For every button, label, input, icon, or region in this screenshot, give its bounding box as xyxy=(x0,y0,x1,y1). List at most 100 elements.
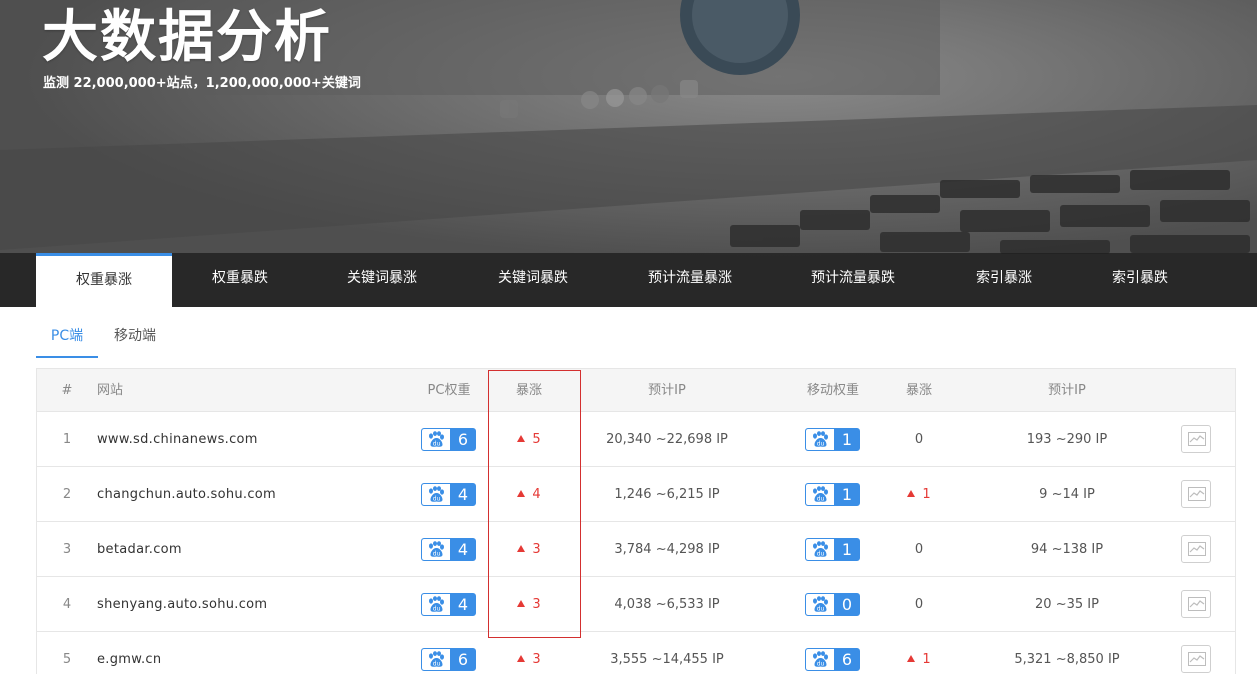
trend-chart-button[interactable] xyxy=(1181,480,1211,508)
table-row: 3 betadar.com du 4 3 3,784 ~4,298 IP du … xyxy=(37,522,1235,577)
baidu-paw-icon: du xyxy=(806,429,834,450)
header-mobile-ip: 预计IP xyxy=(1048,383,1086,398)
table-header: # 网站 PC权重 暴涨 预计IP 移动权重 暴涨 预计IP xyxy=(37,369,1235,412)
table-row: 1 www.sd.chinanews.com du 6 5 20,340 ~22… xyxy=(37,412,1235,467)
mobile-weight-badge[interactable]: du 1 xyxy=(805,538,860,561)
mobile-weight-badge[interactable]: du 1 xyxy=(805,428,860,451)
mobile-change-value: 1 xyxy=(922,487,931,502)
svg-text:du: du xyxy=(817,441,825,448)
site-link[interactable]: www.sd.chinanews.com xyxy=(97,412,258,467)
tab-pc[interactable]: PC端 xyxy=(36,318,98,358)
trend-chart-icon xyxy=(1188,597,1206,611)
mobile-weight-value: 1 xyxy=(841,430,853,449)
trend-chart-icon xyxy=(1188,652,1206,666)
tab-mobile[interactable]: 移动端 xyxy=(102,318,168,358)
pc-ip-range: 20,340 ~22,698 IP xyxy=(606,432,728,447)
mobile-weight-value: 6 xyxy=(841,650,853,669)
header-pc-change: 暴涨 xyxy=(515,383,542,398)
tab-traffic-rise[interactable]: 预计流量暴涨 xyxy=(610,253,770,307)
pc-change-value: 5 xyxy=(532,432,541,447)
mobile-change: 0 xyxy=(889,577,949,632)
pc-weight-badge[interactable]: du 4 xyxy=(421,593,476,616)
mobile-ip-range: 94 ~138 IP xyxy=(1030,542,1104,557)
svg-text:du: du xyxy=(433,661,441,668)
mobile-change: 1 xyxy=(889,467,949,522)
trend-chart-button[interactable] xyxy=(1181,645,1211,673)
svg-text:du: du xyxy=(817,606,825,613)
tab-keyword-drop[interactable]: 关键词暴跌 xyxy=(456,253,610,307)
mobile-weight-value: 1 xyxy=(841,485,853,504)
mobile-change: 0 xyxy=(889,412,949,467)
site-link[interactable]: betadar.com xyxy=(97,522,182,577)
ranking-table: # 网站 PC权重 暴涨 预计IP 移动权重 暴涨 预计IP 1 www.sd.… xyxy=(36,368,1236,674)
tab-traffic-drop[interactable]: 预计流量暴跌 xyxy=(770,253,936,307)
header-site: 网站 xyxy=(97,383,124,398)
baidu-paw-icon: du xyxy=(806,594,834,615)
triangle-up-icon xyxy=(517,655,526,662)
mobile-change-value: 1 xyxy=(922,652,931,667)
pc-change-value: 3 xyxy=(532,542,541,557)
pc-change: 4 xyxy=(489,467,569,522)
trend-chart-icon xyxy=(1188,432,1206,446)
baidu-paw-icon: du xyxy=(422,594,450,615)
tab-keyword-rise[interactable]: 关键词暴涨 xyxy=(308,253,456,307)
main-tab-bar: 权重暴涨 权重暴跌 关键词暴涨 关键词暴跌 预计流量暴涨 预计流量暴跌 索引暴涨… xyxy=(0,253,1257,307)
mobile-change-value: 0 xyxy=(914,597,924,612)
trend-chart-button[interactable] xyxy=(1181,590,1211,618)
mobile-weight-value: 1 xyxy=(841,540,853,559)
pc-change-value: 3 xyxy=(532,652,541,667)
svg-text:du: du xyxy=(433,551,441,558)
platform-tabs: PC端 移动端 xyxy=(36,318,1236,358)
baidu-paw-icon: du xyxy=(422,484,450,505)
tab-weight-rise[interactable]: 权重暴涨 xyxy=(36,253,172,307)
table-row: 2 changchun.auto.sohu.com du 4 4 1,246 ~… xyxy=(37,467,1235,522)
pc-change: 3 xyxy=(489,632,569,674)
trend-chart-button[interactable] xyxy=(1181,425,1211,453)
svg-text:du: du xyxy=(817,661,825,668)
tab-weight-drop[interactable]: 权重暴跌 xyxy=(172,253,308,307)
pc-ip-range: 4,038 ~6,533 IP xyxy=(614,597,720,612)
header-pc-ip: 预计IP xyxy=(648,383,686,398)
site-link[interactable]: e.gmw.cn xyxy=(97,632,161,674)
svg-text:du: du xyxy=(433,441,441,448)
pc-ip-range: 3,784 ~4,298 IP xyxy=(614,542,720,557)
mobile-change: 1 xyxy=(889,632,949,674)
mobile-weight-badge[interactable]: du 6 xyxy=(805,648,860,671)
row-number: 2 xyxy=(62,487,72,502)
pc-ip-range: 1,246 ~6,215 IP xyxy=(614,487,720,502)
pc-change: 3 xyxy=(489,522,569,577)
site-link[interactable]: changchun.auto.sohu.com xyxy=(97,467,276,522)
baidu-paw-icon: du xyxy=(422,539,450,560)
mobile-weight-badge[interactable]: du 0 xyxy=(805,593,860,616)
pc-weight-badge[interactable]: du 4 xyxy=(421,483,476,506)
pc-weight-badge[interactable]: du 6 xyxy=(421,648,476,671)
pc-change-value: 4 xyxy=(532,487,541,502)
row-number: 4 xyxy=(62,597,72,612)
tab-index-drop[interactable]: 索引暴跌 xyxy=(1072,253,1208,307)
table-row: 5 e.gmw.cn du 6 3 3,555 ~14,455 IP du 6 … xyxy=(37,632,1235,674)
pc-change: 3 xyxy=(489,577,569,632)
mobile-change: 0 xyxy=(889,522,949,577)
site-link[interactable]: shenyang.auto.sohu.com xyxy=(97,577,267,632)
trend-chart-button[interactable] xyxy=(1181,535,1211,563)
tab-index-rise[interactable]: 索引暴涨 xyxy=(936,253,1072,307)
pc-weight-badge[interactable]: du 6 xyxy=(421,428,476,451)
baidu-paw-icon: du xyxy=(806,649,834,670)
row-number: 3 xyxy=(62,542,72,557)
pc-change: 5 xyxy=(489,412,569,467)
row-number: 1 xyxy=(62,432,72,447)
baidu-paw-icon: du xyxy=(422,649,450,670)
mobile-weight-badge[interactable]: du 1 xyxy=(805,483,860,506)
pc-weight-badge[interactable]: du 4 xyxy=(421,538,476,561)
triangle-up-icon xyxy=(517,545,526,552)
pc-weight-value: 6 xyxy=(457,430,469,449)
triangle-up-icon xyxy=(517,435,526,442)
trend-chart-icon xyxy=(1188,487,1206,501)
mobile-ip-range: 9 ~14 IP xyxy=(1039,487,1095,502)
triangle-up-icon xyxy=(517,490,526,497)
svg-text:du: du xyxy=(817,551,825,558)
pc-weight-value: 4 xyxy=(457,485,469,504)
baidu-paw-icon: du xyxy=(422,429,450,450)
page-subtitle: 监测 22,000,000+站点，1,200,000,000+关键词 xyxy=(43,76,361,91)
triangle-up-icon xyxy=(907,490,916,497)
